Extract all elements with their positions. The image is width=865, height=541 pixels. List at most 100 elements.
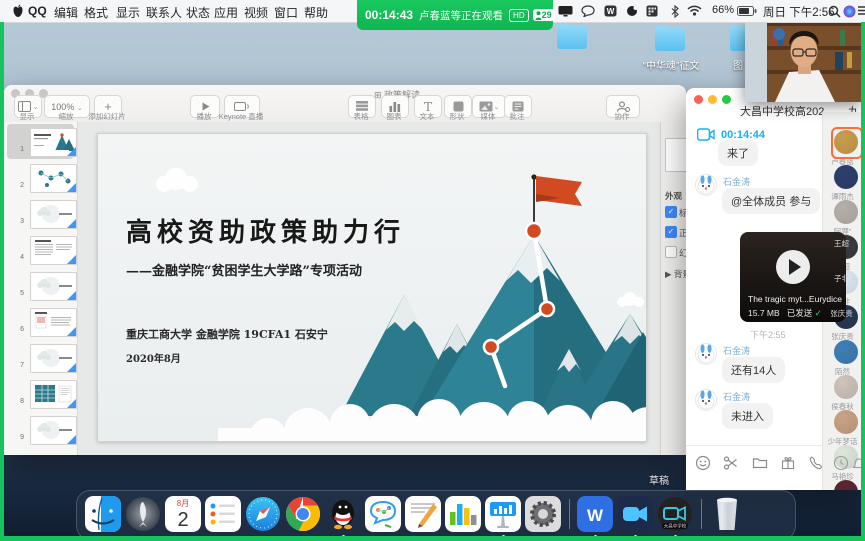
blob-status-icon[interactable] xyxy=(626,5,638,17)
dock-icon-calendar[interactable]: 8月2 xyxy=(165,496,201,532)
dock-icon-trash[interactable] xyxy=(709,496,745,532)
member-avatar[interactable] xyxy=(834,165,858,189)
minimize-button[interactable] xyxy=(708,95,717,104)
dock-icon-finder[interactable] xyxy=(85,496,121,532)
member-name-overlay[interactable]: 王超 xyxy=(822,238,861,249)
display-status-icon[interactable] xyxy=(558,5,573,17)
avatar-bunny[interactable] xyxy=(695,343,717,365)
dock-icon-settings[interactable] xyxy=(525,496,561,532)
member-name-overlay[interactable]: 子非 xyxy=(822,273,861,284)
dock-icon-wps[interactable]: W xyxy=(577,496,613,532)
member-avatar[interactable] xyxy=(834,200,858,224)
slide-thumbnail-6[interactable] xyxy=(30,308,77,337)
slide-layout-preview[interactable] xyxy=(665,138,686,172)
slide-thumbnail-2[interactable] xyxy=(30,164,77,193)
bell-tool-icon[interactable] xyxy=(851,455,861,471)
slide-author: 重庆工商大学 金融学院 19CFA1 石安宁 xyxy=(126,326,328,342)
menu-clock[interactable]: 周日 下午2:56 xyxy=(763,4,835,20)
phone-tool-icon[interactable] xyxy=(808,455,824,471)
dock-icon-reminders[interactable] xyxy=(205,496,241,532)
w-status-icon[interactable]: W xyxy=(604,5,617,17)
bt-status-icon[interactable] xyxy=(671,5,679,18)
slide-number: 6 xyxy=(8,326,24,333)
slide-thumbnail-4[interactable] xyxy=(30,236,77,265)
body-checkbox[interactable]: ✓ xyxy=(665,226,677,238)
dock-icon-safari[interactable] xyxy=(245,496,281,532)
member-name-overlay[interactable]: 张庆贵 xyxy=(822,308,861,319)
slide-thumbnail-8[interactable] xyxy=(30,380,77,409)
sender-name[interactable]: 石金涛 xyxy=(723,390,750,403)
menu-4[interactable]: 联系人 xyxy=(146,4,182,21)
gift-tool-icon[interactable] xyxy=(780,455,796,471)
desktop-folder-partial[interactable] xyxy=(730,28,746,51)
avatar-bunny[interactable] xyxy=(695,389,717,411)
smiley-tool-icon[interactable] xyxy=(695,455,711,471)
list-status-icon[interactable] xyxy=(857,5,865,16)
slide-thumbnail-5[interactable] xyxy=(30,272,77,301)
menu-5[interactable]: 状态 xyxy=(186,4,210,21)
webcam-video-frame xyxy=(745,22,861,102)
menu-1[interactable]: 编辑 xyxy=(54,4,78,21)
slide-number-checkbox-label: 幻灯 xyxy=(679,247,686,259)
webcam-video-window[interactable] xyxy=(745,22,861,102)
chat-status-icon[interactable] xyxy=(581,5,595,17)
member-avatar[interactable] xyxy=(834,340,858,364)
dock-icon-chat-app[interactable] xyxy=(365,496,401,532)
background-disclosure[interactable]: ▶ 背景 xyxy=(665,268,686,280)
dock-icon-numbers[interactable] xyxy=(445,496,481,532)
scissors-tool-icon[interactable] xyxy=(723,455,739,471)
chat-message: 还有14人 xyxy=(722,357,785,383)
zoom-button[interactable] xyxy=(722,95,731,104)
chat-message: 来了 xyxy=(718,140,758,166)
slide-thumbnail-9[interactable] xyxy=(30,416,77,445)
menu-6[interactable]: 应用 xyxy=(214,4,238,21)
sender-name[interactable]: 石金涛 xyxy=(723,344,750,357)
avatar-bunny[interactable] xyxy=(695,174,717,196)
menu-2[interactable]: 格式 xyxy=(84,4,108,21)
search-status-icon[interactable] xyxy=(828,5,841,18)
dock-icon-qq[interactable] xyxy=(325,496,361,532)
call-timer: 00:14:44 xyxy=(721,129,765,141)
draft-file-label[interactable]: 草稿 xyxy=(634,472,684,487)
share-timer: 00:14:43 xyxy=(365,8,413,22)
chat-input-toolbar xyxy=(686,445,822,490)
menu-3[interactable]: 显示 xyxy=(116,4,140,21)
wifi-status-icon[interactable] xyxy=(687,5,702,16)
folder-tool-icon[interactable] xyxy=(752,455,768,471)
slide-number: 3 xyxy=(8,218,24,225)
menu-8[interactable]: 窗口 xyxy=(274,4,298,21)
battery-icon xyxy=(737,6,757,17)
apple-menu[interactable] xyxy=(12,4,24,21)
menu-9[interactable]: 帮助 xyxy=(304,4,328,21)
dock-icon-chrome[interactable] xyxy=(285,496,321,532)
dock-icon-launchpad[interactable] xyxy=(125,496,161,532)
dock-icon-qq-video-call[interactable]: 大昌中学校 xyxy=(657,496,693,532)
slide-number: 5 xyxy=(8,290,24,297)
dock-icon-pages[interactable] xyxy=(405,496,441,532)
slide-thumbnail-7[interactable] xyxy=(30,344,77,373)
member-avatar[interactable] xyxy=(834,410,858,434)
grid-status-icon[interactable] xyxy=(646,5,658,17)
screen-share-banner[interactable]: 00:14:43 卢春蓝等正在观看 HD 29 xyxy=(357,0,553,30)
member-avatar[interactable] xyxy=(834,375,858,399)
siri-status-icon[interactable] xyxy=(843,5,856,18)
menu-7[interactable]: 视频 xyxy=(244,4,268,21)
slide-thumbnail-1[interactable] xyxy=(30,128,77,157)
close-button[interactable] xyxy=(694,95,703,104)
desktop-folder-zhonghuahun[interactable] xyxy=(655,28,685,51)
desktop-folder[interactable] xyxy=(557,26,587,49)
menu-app[interactable]: QQ xyxy=(28,4,47,18)
play-button[interactable] xyxy=(776,250,810,284)
folder-label[interactable]: “中华魂”征文 xyxy=(615,57,727,72)
title-checkbox[interactable]: ✓ xyxy=(665,206,677,218)
slide[interactable]: 高校资助政策助力行 ——金融学院“贫困学生大学路”专项活动 重庆工商大学 金融学… xyxy=(97,133,647,442)
slide-thumbnail-3[interactable] xyxy=(30,200,77,229)
slide-number-checkbox[interactable] xyxy=(665,246,677,258)
dock-icon-keynote[interactable] xyxy=(485,496,521,532)
clock-tool-icon[interactable] xyxy=(833,455,849,471)
speaking-indicator xyxy=(831,127,861,159)
slide-corner-mark xyxy=(67,363,76,372)
hd-badge: HD xyxy=(509,9,529,22)
sender-name[interactable]: 石金涛 xyxy=(723,175,750,188)
dock-icon-voov[interactable] xyxy=(617,496,653,532)
